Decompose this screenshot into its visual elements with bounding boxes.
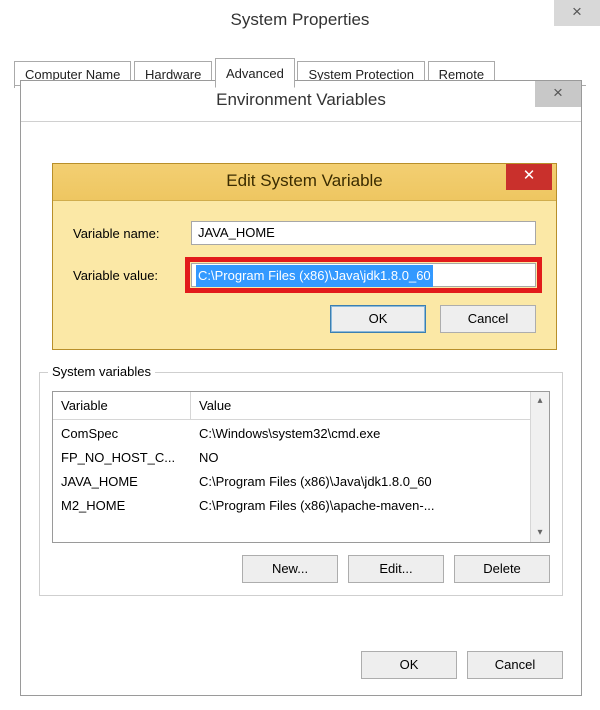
system-variables-label: System variables: [48, 364, 155, 379]
new-button[interactable]: New...: [242, 555, 338, 583]
table-row[interactable]: M2_HOME C:\Program Files (x86)\apache-ma…: [53, 494, 549, 518]
variable-name-field[interactable]: [191, 221, 536, 245]
column-header-value[interactable]: Value: [191, 392, 549, 420]
close-icon[interactable]: ×: [535, 81, 581, 107]
tab-advanced[interactable]: Advanced: [215, 58, 295, 88]
sysprops-titlebar: System Properties ×: [0, 0, 600, 42]
ok-button[interactable]: OK: [330, 305, 426, 333]
envvars-title: Environment Variables: [21, 90, 581, 110]
cancel-button[interactable]: Cancel: [440, 305, 536, 333]
envvars-titlebar: Environment Variables ×: [21, 81, 581, 122]
variable-value-label: Variable value:: [73, 268, 191, 283]
selected-text: C:\Program Files (x86)\Java\jdk1.8.0_60: [196, 265, 433, 287]
editdlg-titlebar: Edit System Variable ✕: [53, 164, 556, 201]
variable-value-field[interactable]: C:\Program Files (x86)\Java\jdk1.8.0_60: [191, 263, 536, 287]
edit-button[interactable]: Edit...: [348, 555, 444, 583]
system-variables-group: System variables Variable Value ComSpec …: [39, 372, 563, 596]
editdlg-title: Edit System Variable: [53, 171, 556, 191]
close-icon[interactable]: ✕: [506, 164, 552, 190]
ok-button[interactable]: OK: [361, 651, 457, 679]
edit-system-variable-dialog: Edit System Variable ✕ Variable name: Va…: [52, 163, 557, 350]
variable-name-label: Variable name:: [73, 226, 191, 241]
column-header-variable[interactable]: Variable: [53, 392, 191, 420]
system-properties-window: System Properties × Computer Name Hardwa…: [0, 0, 600, 86]
table-row[interactable]: FP_NO_HOST_C... NO: [53, 446, 549, 470]
table-row[interactable]: ComSpec C:\Windows\system32\cmd.exe: [53, 422, 549, 446]
delete-button[interactable]: Delete: [454, 555, 550, 583]
system-variables-list[interactable]: Variable Value ComSpec C:\Windows\system…: [52, 391, 550, 543]
scrollbar[interactable]: ▴ ▾: [530, 392, 549, 542]
scroll-up-icon[interactable]: ▴: [531, 392, 549, 410]
cancel-button[interactable]: Cancel: [467, 651, 563, 679]
sysprops-title: System Properties: [0, 10, 600, 30]
close-icon[interactable]: ×: [554, 0, 600, 26]
table-row[interactable]: JAVA_HOME C:\Program Files (x86)\Java\jd…: [53, 470, 549, 494]
scroll-down-icon[interactable]: ▾: [531, 524, 549, 542]
